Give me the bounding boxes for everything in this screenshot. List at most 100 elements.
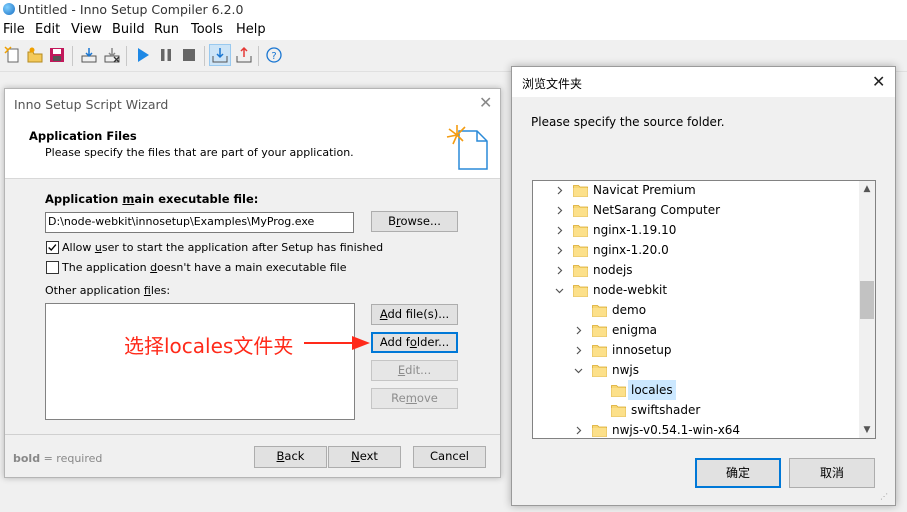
open-file-icon[interactable] — [26, 46, 44, 64]
tree-item-label: locales — [628, 380, 676, 400]
tree-row[interactable]: nwjs-v0.54.1-win-x64 — [533, 420, 859, 438]
next-button[interactable]: Next — [328, 446, 401, 468]
tree-row[interactable]: nwjs — [533, 360, 859, 380]
browse-close-icon[interactable]: ✕ — [872, 72, 885, 91]
tree-row[interactable]: nginx-1.20.0 — [533, 240, 859, 260]
chevron-right-icon[interactable] — [553, 181, 565, 200]
chevron-right-icon[interactable] — [572, 420, 584, 438]
chevron-right-icon[interactable] — [553, 220, 565, 240]
menu-edit[interactable]: Edit — [35, 22, 60, 37]
compile-icon[interactable] — [80, 46, 98, 64]
add-folder-button[interactable]: Add folder... — [371, 332, 458, 353]
folder-icon — [592, 303, 607, 317]
resize-grip-icon[interactable]: ⋰ — [880, 492, 888, 501]
tree-item-label: nwjs — [612, 363, 640, 377]
annotation-label: 选择locales文件夹 — [124, 334, 294, 358]
page-subheading: Please specify the files that are part o… — [45, 146, 354, 159]
stop-compile-icon[interactable] — [103, 46, 121, 64]
folder-icon — [573, 223, 588, 237]
folder-tree[interactable]: Navicat Premium NetSarang Computer nginx-1… — [532, 180, 876, 439]
folder-icon — [573, 243, 588, 257]
tree-row[interactable]: NetSarang Computer — [533, 200, 859, 220]
chevron-right-icon[interactable] — [553, 200, 565, 220]
tree-item-label: nginx-1.19.10 — [593, 223, 677, 237]
allow-user-checkbox[interactable] — [46, 241, 59, 254]
menu-build[interactable]: Build — [112, 22, 145, 37]
tree-row[interactable]: node-webkit — [533, 280, 859, 300]
help-icon[interactable]: ? — [265, 46, 283, 64]
bold-required-note: bold = required — [13, 452, 103, 465]
other-files-list[interactable] — [45, 303, 355, 420]
no-main-exe-checkbox[interactable] — [46, 261, 59, 274]
menu-file[interactable]: File — [3, 22, 25, 37]
tree-row[interactable]: innosetup — [533, 340, 859, 360]
main-exe-label: Application main executable file: — [45, 192, 259, 206]
tree-row[interactable]: demo — [533, 300, 859, 320]
tree-row[interactable]: nginx-1.19.10 — [533, 220, 859, 240]
chevron-down-icon[interactable] — [553, 280, 565, 300]
scroll-up-icon[interactable]: ▲ — [859, 181, 875, 197]
add-files-button[interactable]: Add file(s)... — [371, 304, 458, 325]
svg-text:?: ? — [271, 51, 276, 62]
ok-button[interactable]: 确定 — [695, 458, 781, 488]
tree-item-label: node-webkit — [593, 283, 668, 297]
browse-cancel-button[interactable]: 取消 — [789, 458, 875, 488]
other-files-label: Other application files: — [45, 284, 171, 297]
tree-row[interactable]: locales — [533, 380, 859, 400]
wizard-close-icon[interactable]: ✕ — [479, 93, 492, 112]
tree-row[interactable]: enigma — [533, 320, 859, 340]
browse-folder-dialog: 浏览文件夹 ✕ Please specify the source folder… — [511, 66, 896, 506]
chevron-right-icon[interactable] — [572, 320, 584, 340]
tree-item-label: nginx-1.20.0 — [593, 243, 669, 257]
allow-user-label: Allow user to start the application afte… — [62, 241, 384, 254]
folder-icon — [592, 423, 607, 437]
menu-tools[interactable]: Tools — [191, 22, 223, 37]
scroll-thumb[interactable] — [860, 281, 874, 319]
menu-help[interactable]: Help — [236, 22, 266, 37]
tree-item-label: Navicat Premium — [593, 183, 696, 197]
tree-row[interactable]: nodejs — [533, 260, 859, 280]
edit-button[interactable]: Edit... — [371, 360, 458, 381]
scroll-down-icon[interactable]: ▼ — [859, 422, 875, 438]
target-setup-icon[interactable] — [209, 44, 231, 66]
main-exe-field[interactable]: D:\node-webkit\innosetup\Examples\MyProg… — [45, 212, 354, 233]
cancel-button[interactable]: Cancel — [413, 446, 486, 468]
app-title: Untitled - Inno Setup Compiler 6.2.0 — [18, 2, 244, 17]
stop-icon[interactable] — [180, 46, 198, 64]
browse-titlebar: 浏览文件夹 ✕ — [512, 67, 895, 97]
tree-row[interactable]: swiftshader — [533, 400, 859, 420]
script-wizard-window: Inno Setup Script Wizard ✕ Application F… — [4, 88, 501, 478]
browse-button[interactable]: Browse... — [371, 211, 458, 232]
chevron-right-icon[interactable] — [553, 260, 565, 280]
tree-scrollbar[interactable]: ▲ ▼ — [859, 181, 875, 438]
menu-run[interactable]: Run — [154, 22, 179, 37]
tree-item-label: swiftshader — [631, 403, 701, 417]
new-file-icon[interactable] — [4, 46, 22, 64]
folder-icon — [573, 283, 588, 297]
wizard-title: Inno Setup Script Wizard — [14, 97, 169, 112]
folder-icon — [611, 403, 626, 417]
chevron-right-icon[interactable] — [553, 240, 565, 260]
folder-icon — [592, 343, 607, 357]
folder-icon — [573, 263, 588, 277]
tree-item-label: demo — [612, 303, 647, 317]
save-icon[interactable] — [48, 46, 66, 64]
target-uninstall-icon[interactable] — [235, 46, 253, 64]
tree-item-label: NetSarang Computer — [593, 203, 721, 217]
remove-button[interactable]: Remove — [371, 388, 458, 409]
annotation-arrow-icon — [304, 336, 370, 350]
tree-item-label: innosetup — [612, 343, 672, 357]
pause-icon[interactable] — [157, 46, 175, 64]
menu-bar: File Edit View Build Run Tools Help — [0, 20, 907, 40]
tree-item-label: nodejs — [593, 263, 633, 277]
back-button[interactable]: Back — [254, 446, 327, 468]
tree-row[interactable]: Navicat Premium — [533, 181, 859, 200]
menu-view[interactable]: View — [71, 22, 102, 37]
folder-icon — [573, 183, 588, 197]
tree-item-label: enigma — [612, 323, 657, 337]
page-heading: Application Files — [29, 129, 137, 143]
chevron-right-icon[interactable] — [572, 340, 584, 360]
wizard-page-icon — [445, 123, 493, 171]
chevron-down-icon[interactable] — [572, 360, 584, 380]
run-icon[interactable] — [134, 46, 152, 64]
